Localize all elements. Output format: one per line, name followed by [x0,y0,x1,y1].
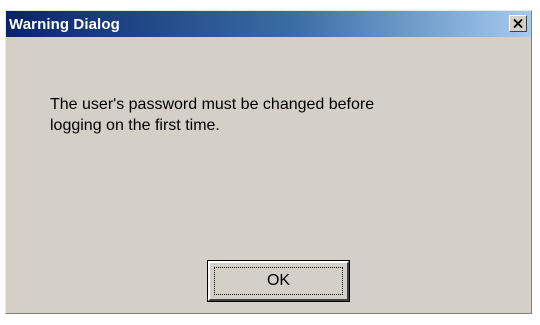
close-button[interactable] [509,15,527,32]
window-title: Warning Dialog [9,15,120,33]
message-line-1: The user's password must be changed befo… [50,96,375,113]
warning-dialog: Warning Dialog The user's password must … [5,10,532,314]
focus-rectangle [214,267,343,295]
close-icon [513,19,523,28]
ok-button[interactable]: OK [207,260,350,302]
title-bar: Warning Dialog [6,11,531,37]
message-line-2: logging on the first time. [50,117,220,134]
dialog-message: The user's password must be changed befo… [50,94,510,136]
